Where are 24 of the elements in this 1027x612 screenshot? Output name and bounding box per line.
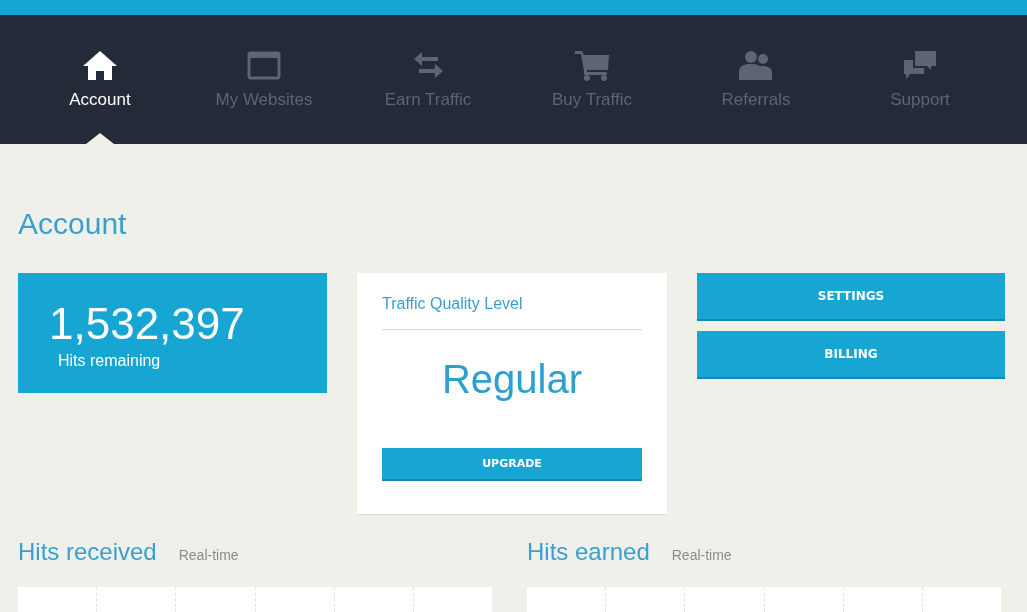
nav-tab[interactable]: My Websites (182, 15, 346, 144)
action-button[interactable]: SETTINGS (697, 273, 1005, 321)
chart-title: Hits earned (527, 537, 650, 567)
nav-tab[interactable]: Buy Traffic (510, 15, 674, 144)
chart-subtitle: Real-time (671, 547, 732, 563)
action-button[interactable]: BILLING (697, 331, 1005, 379)
nav-tab[interactable]: Account (18, 15, 182, 144)
people-icon (738, 49, 774, 81)
chart-subtitle: Real-time (178, 547, 239, 563)
quality-level: Regular (440, 356, 584, 403)
caret-icon (86, 133, 114, 144)
upgrade-button[interactable]: UPGRADE (382, 448, 642, 481)
home-icon (82, 49, 118, 81)
quality-title: Traffic Quality Level (382, 293, 642, 330)
page-title: Account (18, 206, 128, 242)
nav-tab[interactable]: Referrals (674, 15, 838, 144)
chart-title: Hits received (18, 537, 157, 567)
browser-window-icon (246, 49, 282, 81)
nav-tab[interactable]: Earn Traffic (346, 15, 510, 144)
cart-icon (574, 49, 610, 81)
nav-tab[interactable]: Support (838, 15, 1002, 144)
chat-bubbles-icon (902, 49, 938, 81)
hits-label: Hits remaining (58, 351, 162, 371)
hits-value: 1,532,397 (49, 300, 246, 348)
